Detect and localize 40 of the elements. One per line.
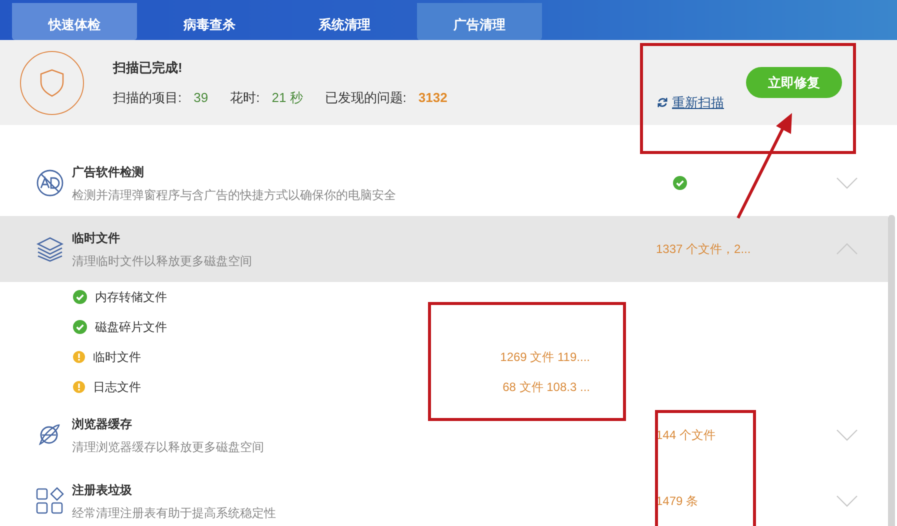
category-description: 清理临时文件以释放更多磁盘空间: [72, 252, 252, 270]
stat-label: 已发现的问题:: [324, 89, 406, 107]
category-description: 经常清理注册表有助于提高系统稳定性: [72, 504, 276, 522]
expand-chevron-icon[interactable]: [836, 495, 858, 507]
scrollbar-thumb[interactable]: [888, 215, 895, 526]
category-description: 清理浏览器缓存以释放更多磁盘空间: [72, 438, 264, 456]
shield-icon: [40, 68, 64, 96]
category-result: 1337 个文件，2...: [656, 241, 751, 258]
category-title: 浏览器缓存: [72, 416, 133, 432]
nav-tab[interactable]: 系统清理: [282, 3, 407, 40]
stat-label: 扫描的项目:: [113, 89, 182, 107]
subitem-label: 磁盘碎片文件: [95, 319, 167, 336]
category-title: 临时文件: [72, 230, 121, 246]
category-title: 注册表垃圾: [72, 482, 133, 498]
stat-label: 花时:: [230, 89, 260, 107]
expand-chevron-icon[interactable]: [836, 177, 858, 189]
collapse-chevron-icon[interactable]: [836, 243, 858, 255]
layers-icon: [36, 236, 64, 262]
nav-tab[interactable]: 广告清理: [417, 3, 542, 40]
subitem-result: 1269 文件 119....: [500, 349, 590, 366]
stat-value: 39: [194, 89, 208, 107]
browser-icon: [36, 422, 62, 448]
category-description: 检测并清理弹窗程序与含广告的快捷方式以确保你的电脑安全: [72, 186, 396, 204]
no-ads-icon: [36, 169, 64, 197]
subitem-result: 68 文件 108.3 ...: [502, 379, 590, 396]
stat-value: 21 秒: [272, 89, 303, 107]
subitem-label: 内存转储文件: [95, 289, 167, 306]
category-result: 1479 条: [656, 493, 698, 510]
subitem-label: 临时文件: [93, 349, 141, 366]
subitem-label: 日志文件: [93, 379, 141, 396]
apps-grid-icon: [36, 487, 64, 515]
category-title: 广告软件检测: [72, 164, 145, 180]
rescan-link[interactable]: 重新扫描: [657, 92, 724, 112]
expand-chevron-icon[interactable]: [836, 429, 858, 441]
refresh-icon: [657, 96, 668, 108]
scan-category-row[interactable]: 临时文件 清理临时文件以释放更多磁盘空间 1337 个文件，2...: [0, 216, 888, 282]
category-result: 144 个文件: [656, 427, 716, 444]
stat-value: 3132: [418, 89, 448, 107]
scan-status-title: 扫描已完成!: [113, 58, 184, 76]
nav-tab[interactable]: 病毒查杀: [147, 3, 272, 40]
